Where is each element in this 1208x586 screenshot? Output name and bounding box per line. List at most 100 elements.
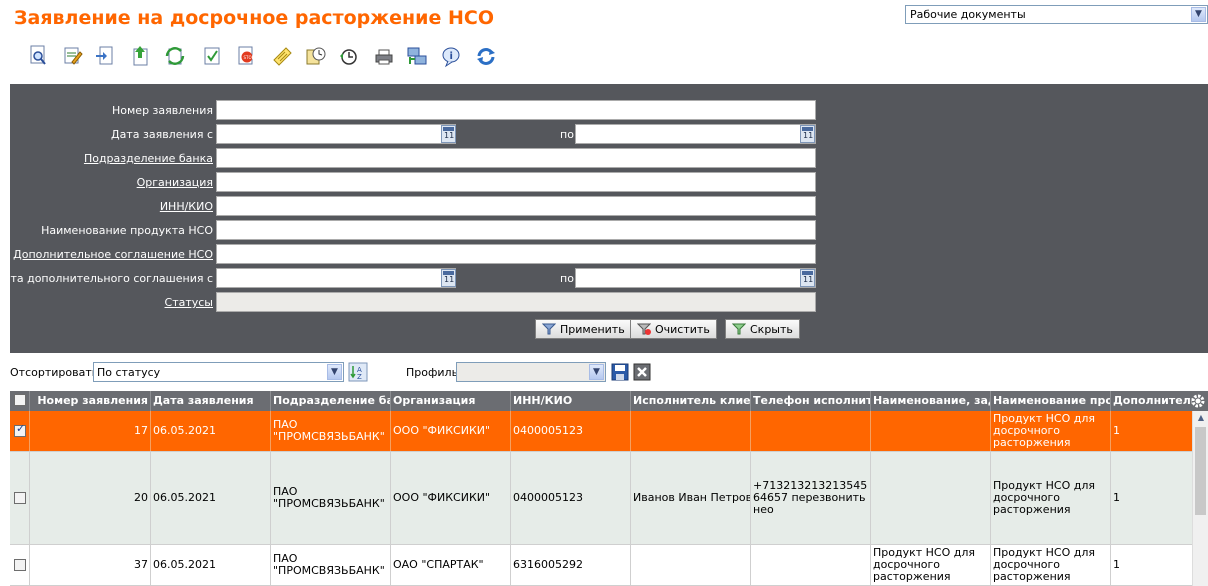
- cell-division: ПАО "ПРОМСВЯЗЬБАНК": [271, 545, 391, 585]
- column-header[interactable]: Номер заявления: [30, 391, 151, 411]
- cell-organization: ООО "ФИКСИКИ": [391, 452, 511, 544]
- hide-filter-icon: [732, 323, 746, 335]
- column-header[interactable]: Наименование продукта: [991, 391, 1111, 411]
- sort-select-value: По статусу: [97, 366, 161, 379]
- agreement-date-from-label: Дата дополнительного соглашения с: [0, 272, 213, 285]
- column-header[interactable]: Исполнитель клиента: [631, 391, 751, 411]
- export-icon[interactable]: [130, 44, 152, 68]
- date-from-input[interactable]: [216, 124, 456, 144]
- row-checkbox-cell[interactable]: [10, 545, 30, 585]
- cell-phone: +71321321321354564657 перезвонить нео: [751, 452, 871, 544]
- sort-direction-icon[interactable]: AZ: [348, 362, 368, 382]
- chevron-down-icon[interactable]: ▼: [327, 364, 342, 380]
- table-row[interactable]: 20 06.05.2021 ПАО "ПРОМСВЯЗЬБАНК" ООО "Ф…: [10, 452, 1192, 545]
- agreement-link[interactable]: Дополнительное соглашение НСО: [13, 248, 213, 261]
- cell-extra: 1: [1113, 424, 1120, 437]
- statuses-input[interactable]: [216, 292, 816, 312]
- cell-inn: 0400005123: [511, 452, 631, 544]
- number-input[interactable]: [216, 100, 816, 120]
- column-header[interactable]: Организация: [391, 391, 511, 411]
- cell-executor: Иванов Иван Петрович: [631, 452, 751, 544]
- product-input[interactable]: [216, 220, 816, 240]
- chevron-down-icon[interactable]: ▼: [1191, 7, 1206, 22]
- select-all-cell[interactable]: [10, 391, 30, 411]
- row-checkbox[interactable]: [14, 492, 26, 504]
- table-row[interactable]: 17 06.05.2021 ПАО "ПРОМСВЯЗЬБАНК" ООО "Ф…: [10, 411, 1192, 452]
- sync-icon[interactable]: [475, 44, 497, 68]
- note-icon[interactable]: [271, 44, 293, 68]
- inn-input[interactable]: [216, 196, 816, 216]
- info-icon[interactable]: i: [440, 44, 462, 68]
- cell-number: 37: [30, 545, 151, 585]
- column-header[interactable]: Дата заявления: [151, 391, 271, 411]
- cell-executor: [631, 545, 751, 585]
- apply-button[interactable]: Применить: [535, 319, 632, 339]
- calendar-icon[interactable]: [800, 269, 815, 287]
- view-icon[interactable]: [28, 44, 50, 68]
- cell-extra: 1: [1113, 491, 1120, 504]
- calendar-icon[interactable]: [441, 125, 456, 143]
- cell-executor: [631, 411, 751, 451]
- select-all-checkbox[interactable]: [14, 394, 26, 406]
- refresh-docs-icon[interactable]: [164, 44, 186, 68]
- sort-label: Отсортировать: [10, 366, 99, 379]
- column-header[interactable]: ИНН/КИО: [511, 391, 631, 411]
- column-header[interactable]: Подразделение банка: [271, 391, 391, 411]
- import-icon[interactable]: [94, 44, 116, 68]
- statuses-link[interactable]: Статусы: [165, 296, 213, 309]
- save-profile-icon[interactable]: [610, 362, 630, 382]
- row-checkbox-cell[interactable]: [10, 452, 30, 544]
- scroll-thumb[interactable]: [1195, 427, 1206, 515]
- cell-extra: 1: [1113, 558, 1120, 571]
- network-icon[interactable]: [406, 44, 428, 68]
- organization-link[interactable]: Организация: [137, 176, 213, 189]
- row-checkbox[interactable]: [14, 423, 26, 437]
- apply-label: Применить: [560, 323, 625, 336]
- svg-text:Z: Z: [357, 373, 362, 381]
- cell-number: 20: [30, 452, 151, 544]
- svg-text:STOP: STOP: [244, 55, 255, 60]
- sort-select[interactable]: По статусу ▼: [93, 362, 344, 382]
- documents-select[interactable]: Рабочие документы ▼: [905, 5, 1208, 24]
- cell-date: 06.05.2021: [151, 411, 271, 451]
- documents-select-value: Рабочие документы: [910, 8, 1026, 21]
- scroll-up-icon[interactable]: ▲: [1195, 413, 1207, 425]
- stop-icon[interactable]: STOP: [236, 44, 258, 68]
- cell-product: Продукт НСО для досрочного расторжения: [991, 411, 1111, 451]
- date-to-input[interactable]: [575, 124, 816, 144]
- row-checkbox[interactable]: [14, 559, 26, 571]
- calendar-icon[interactable]: [441, 269, 456, 287]
- hide-button[interactable]: Скрыть: [725, 319, 800, 339]
- organization-input[interactable]: [216, 172, 816, 192]
- cell-division: ПАО "ПРОМСВЯЗЬБАНК": [271, 452, 391, 544]
- print-icon[interactable]: [373, 44, 395, 68]
- bank-division-input[interactable]: [216, 148, 816, 168]
- column-header[interactable]: Наименование, задача: [871, 391, 991, 411]
- inn-link[interactable]: ИНН/КИО: [160, 200, 213, 213]
- cell-product: Продукт НСО для досрочного расторжения: [991, 452, 1111, 544]
- column-header[interactable]: Телефон исполнителя: [751, 391, 871, 411]
- applications-grid: Номер заявления Дата заявления Подраздел…: [10, 391, 1208, 586]
- calendar-icon[interactable]: [800, 125, 815, 143]
- number-label: Номер заявления: [112, 104, 213, 117]
- row-checkbox-cell[interactable]: [10, 411, 30, 451]
- agreement-input[interactable]: [216, 244, 816, 264]
- bank-division-link[interactable]: Подразделение банка: [84, 152, 213, 165]
- sign-icon[interactable]: [202, 44, 224, 68]
- cell-number: 17: [30, 411, 151, 451]
- agreement-date-from-input[interactable]: [216, 268, 456, 288]
- column-header[interactable]: Дополнительно: [1111, 391, 1192, 411]
- vertical-scrollbar[interactable]: ▲: [1192, 411, 1208, 586]
- gear-icon[interactable]: [1190, 393, 1206, 409]
- table-row[interactable]: 37 06.05.2021 ПАО "ПРОМСВЯЗЬБАНК" ОАО "С…: [10, 545, 1192, 586]
- delete-profile-icon[interactable]: [632, 362, 652, 382]
- grid-header: Номер заявления Дата заявления Подраздел…: [10, 391, 1208, 411]
- profile-label: Профиль: [406, 366, 459, 379]
- clear-button[interactable]: Очистить: [630, 319, 717, 339]
- schedule-icon[interactable]: [305, 44, 327, 68]
- agreement-date-to-input[interactable]: [575, 268, 816, 288]
- history-icon[interactable]: [338, 44, 360, 68]
- profile-select[interactable]: ▼: [456, 362, 606, 382]
- chevron-down-icon[interactable]: ▼: [589, 364, 604, 380]
- edit-icon[interactable]: [62, 44, 84, 68]
